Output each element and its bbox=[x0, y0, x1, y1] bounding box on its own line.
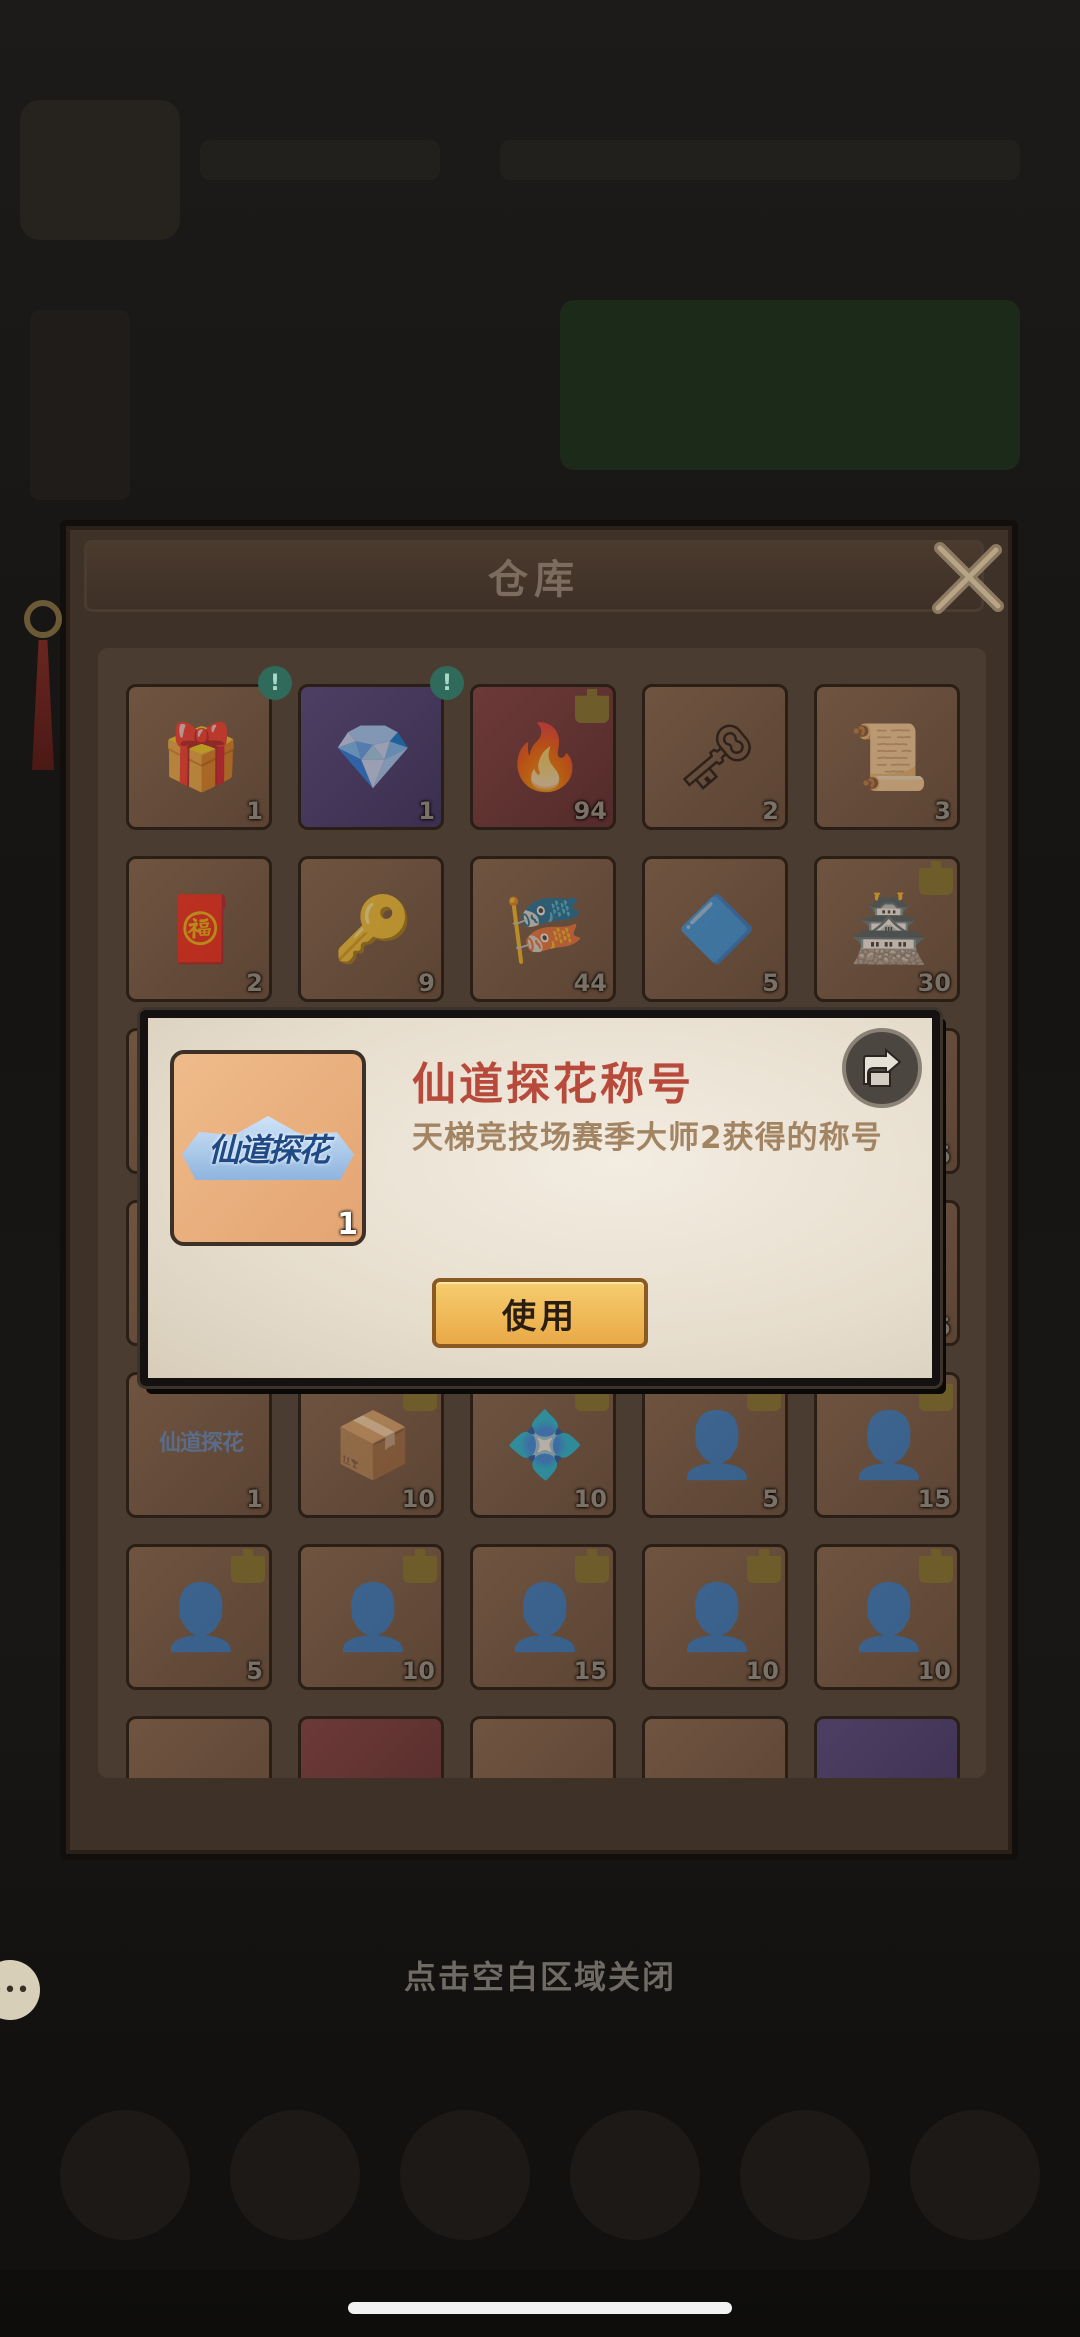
puzzle-piece-icon bbox=[747, 1549, 781, 1583]
event-banner bbox=[560, 300, 1020, 470]
home-indicator[interactable] bbox=[348, 2302, 732, 2314]
inventory-slot[interactable] bbox=[814, 1716, 960, 1778]
warehouse-header: 仓库 bbox=[84, 540, 984, 612]
currency-bar bbox=[500, 140, 1020, 180]
treasure-chest-icon: 🎁 bbox=[161, 720, 241, 795]
inventory-slot-hero-fragment[interactable]: 👤 10 bbox=[642, 1544, 788, 1690]
inventory-slot-hero-fragment[interactable]: 👤 15 bbox=[814, 1372, 960, 1518]
gem-chest-icon: 💎 bbox=[333, 720, 413, 795]
hero-portrait bbox=[910, 2110, 1040, 2240]
jade-scroll-icon: 📜 bbox=[849, 720, 929, 795]
player-avatar bbox=[20, 100, 180, 240]
side-menu bbox=[30, 310, 130, 500]
title-badge-mini: 仙道探花 bbox=[158, 1431, 244, 1456]
inventory-slot-hero-fragment[interactable]: 👤 15 bbox=[470, 1544, 616, 1690]
inventory-slot-hero-fragment[interactable]: 👤 5 bbox=[126, 1544, 272, 1690]
share-button[interactable] bbox=[842, 1028, 922, 1108]
puzzle-piece-icon bbox=[575, 689, 609, 723]
puzzle-piece-icon bbox=[919, 861, 953, 895]
puzzle-piece-icon bbox=[919, 1549, 953, 1583]
item-description: 天梯竞技场赛季大师2获得的称号 bbox=[412, 1120, 883, 1156]
share-icon bbox=[863, 1047, 902, 1087]
alert-badge-icon: ! bbox=[258, 666, 292, 700]
spirit-stone-icon: 🔷 bbox=[677, 892, 757, 967]
golden-key-icon: 🗝 bbox=[676, 720, 758, 795]
inventory-slot-chest-fragment[interactable]: 💠 10 bbox=[470, 1372, 616, 1518]
inventory-slot-banner[interactable]: 🎏 44 bbox=[470, 856, 616, 1002]
inventory-slot-key[interactable]: 🗝 2 bbox=[642, 684, 788, 830]
inventory-slot-stone[interactable]: 🔷 5 bbox=[642, 856, 788, 1002]
inventory-slot-talisman[interactable]: 🧧 2 bbox=[126, 856, 272, 1002]
puzzle-piece-icon bbox=[403, 1549, 437, 1583]
inventory-slot[interactable] bbox=[642, 1716, 788, 1778]
tassel-decoration bbox=[18, 600, 68, 780]
inventory-slot-key[interactable]: 🔑 9 bbox=[298, 856, 444, 1002]
close-icon bbox=[932, 542, 1004, 614]
title-badge-icon: 仙道探花 bbox=[182, 1116, 354, 1180]
talisman-icon: 🧧 bbox=[161, 892, 241, 967]
hero-portrait bbox=[740, 2110, 870, 2240]
inventory-slot-hero-fragment[interactable]: 👤 10 bbox=[814, 1544, 960, 1690]
player-name-bar bbox=[200, 140, 440, 180]
use-button[interactable]: 使用 bbox=[432, 1278, 648, 1348]
inventory-slot[interactable] bbox=[470, 1716, 616, 1778]
inventory-slot-title[interactable]: 仙道探花 1 bbox=[126, 1372, 272, 1518]
hero-portrait bbox=[400, 2110, 530, 2240]
inventory-slot-gem-chest[interactable]: 💎 1 bbox=[298, 684, 444, 830]
inventory-slot-scroll[interactable]: 📜 3 bbox=[814, 684, 960, 830]
close-button[interactable] bbox=[926, 536, 1010, 620]
puzzle-piece-icon bbox=[231, 1549, 265, 1583]
item-icon-frame: 仙道探花 1 bbox=[170, 1050, 366, 1246]
key-icon: 🔑 bbox=[333, 892, 413, 967]
inventory-slot-hero-fragment[interactable]: 👤 10 bbox=[298, 1544, 444, 1690]
inventory-slot-pavilion[interactable]: 🏯 30 bbox=[814, 856, 960, 1002]
hero-portrait bbox=[570, 2110, 700, 2240]
inventory-slot-fragment[interactable]: 🔥 94 bbox=[470, 684, 616, 830]
item-name: 仙道探花称号 bbox=[412, 1059, 694, 1110]
warehouse-title: 仓库 bbox=[488, 557, 580, 603]
inventory-slot-hero-fragment[interactable]: 👤 5 bbox=[642, 1372, 788, 1518]
hero-portrait bbox=[60, 2110, 190, 2240]
alert-badge-icon: ! bbox=[430, 666, 464, 700]
use-button-label: 使用 bbox=[502, 1296, 578, 1337]
puzzle-piece-icon bbox=[575, 1549, 609, 1583]
inventory-slot-chest-fragment[interactable]: 📦 10 bbox=[298, 1372, 444, 1518]
hero-portrait bbox=[230, 2110, 360, 2240]
tap-to-close-hint: 点击空白区域关闭 bbox=[403, 1958, 676, 1996]
inventory-slot[interactable] bbox=[298, 1716, 444, 1778]
inventory-slot[interactable] bbox=[126, 1716, 272, 1778]
inventory-slot-treasure-chest[interactable]: 🎁 1 bbox=[126, 684, 272, 830]
item-count: 1 bbox=[337, 1207, 358, 1242]
banner-icon: 🎏 bbox=[505, 892, 585, 967]
